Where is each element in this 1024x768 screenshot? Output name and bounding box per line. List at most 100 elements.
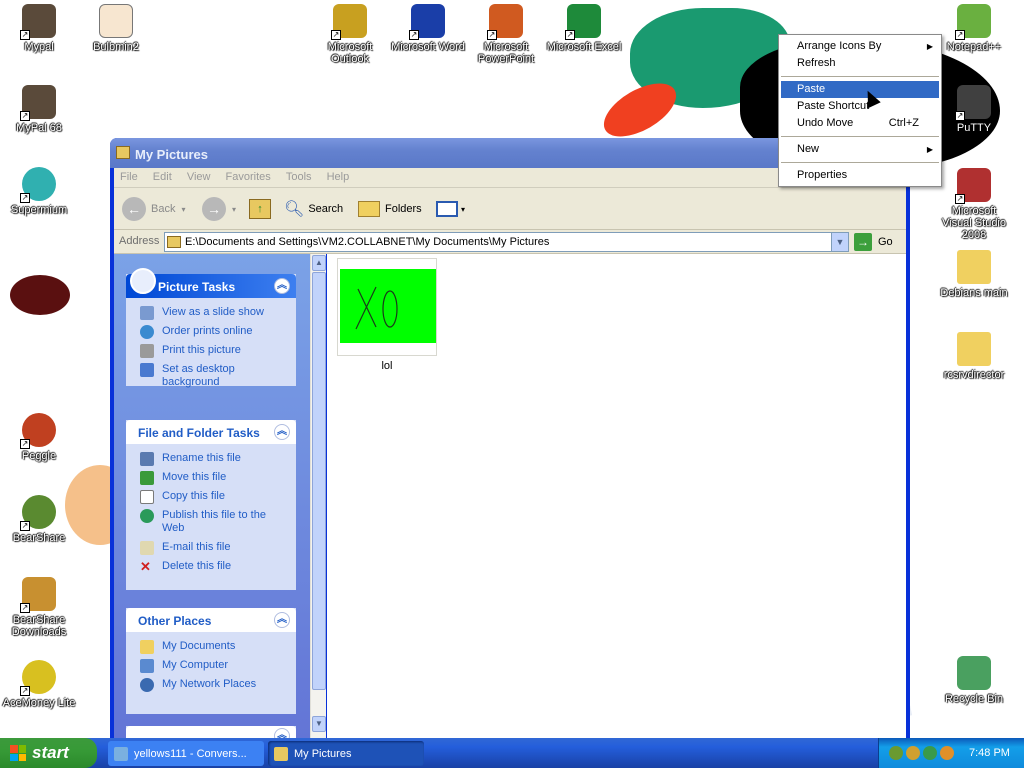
menu-item-paste[interactable]: Paste bbox=[781, 81, 939, 98]
mypal68-icon[interactable]: ↗ MyPal 68 bbox=[1, 85, 77, 134]
task-order-prints[interactable]: Order prints online bbox=[136, 325, 290, 339]
go-arrow-icon: → bbox=[854, 233, 872, 251]
file-view[interactable]: lol bbox=[327, 254, 906, 738]
task-pane-scrollbar[interactable]: ▲ ▼ bbox=[310, 254, 326, 738]
go-button[interactable]: → Go bbox=[854, 232, 902, 252]
chat-icon bbox=[114, 746, 128, 761]
supermium-icon[interactable]: ↗ Supermium bbox=[1, 167, 77, 216]
task-print[interactable]: Print this picture bbox=[136, 344, 290, 358]
task-email[interactable]: E-mail this file bbox=[136, 541, 290, 555]
menu-item-properties[interactable]: Properties bbox=[781, 167, 939, 184]
forward-button[interactable]: → ▾ bbox=[202, 196, 236, 222]
menu-item-paste-shortcut[interactable]: Paste Shortcut bbox=[781, 98, 939, 115]
menu-help[interactable]: Help bbox=[321, 168, 356, 186]
menu-label: Undo Move bbox=[797, 117, 854, 129]
file-name[interactable]: lol bbox=[337, 360, 437, 372]
task-label: Rename this file bbox=[162, 452, 241, 464]
peggle-icon[interactable]: ↗ Peggle bbox=[1, 413, 77, 462]
collapse-icon[interactable]: ︽ bbox=[274, 424, 290, 440]
taskbar-label: My Pictures bbox=[294, 747, 352, 760]
desktop-context-menu: Arrange Icons By ▶ Refresh Paste Paste Sh… bbox=[778, 34, 942, 187]
bulbmin2-icon[interactable]: Bulbmin2 bbox=[78, 4, 154, 53]
visual-studio-icon[interactable]: ↗ Microsoft Visual Studio 2008 bbox=[936, 168, 1012, 241]
explorer-window[interactable]: My Pictures File Edit View Favorites Too… bbox=[110, 138, 910, 738]
place-my-network[interactable]: My Network Places bbox=[136, 678, 290, 692]
scroll-down-button[interactable]: ▼ bbox=[312, 716, 326, 732]
task-rename[interactable]: Rename this file bbox=[136, 452, 290, 466]
copy-icon bbox=[140, 490, 154, 504]
place-label: My Computer bbox=[162, 659, 229, 671]
menu-label: Paste Shortcut bbox=[797, 100, 870, 112]
taskbar: start yellows111 - Convers... My Picture… bbox=[0, 738, 1024, 768]
menu-item-refresh[interactable]: Refresh bbox=[781, 55, 939, 72]
taskbar-button-my-pictures[interactable]: My Pictures bbox=[268, 741, 424, 766]
views-button[interactable]: ▾ bbox=[436, 196, 465, 222]
task-slideshow[interactable]: View as a slide show bbox=[136, 306, 290, 320]
menu-view[interactable]: View bbox=[181, 168, 217, 186]
icon-label: Microsoft PowerPoint bbox=[477, 41, 535, 65]
panel-title: Picture Tasks bbox=[158, 280, 236, 294]
menu-edit[interactable]: Edit bbox=[147, 168, 178, 186]
up-folder-button[interactable]: ↑ bbox=[249, 196, 271, 222]
task-publish[interactable]: Publish this file to the Web bbox=[136, 509, 290, 535]
back-button[interactable]: ← Back ▾ bbox=[122, 196, 185, 222]
acemoney-icon[interactable]: ↗ AceMoney Lite bbox=[1, 660, 77, 709]
bearshare-downloads-icon[interactable]: ↗ BearShare Downloads bbox=[1, 577, 77, 638]
recycle-bin-icon[interactable]: Recycle Bin bbox=[936, 656, 1012, 705]
collapse-icon[interactable]: ︽ bbox=[274, 728, 290, 738]
tray-icon[interactable] bbox=[923, 746, 937, 760]
folders-button[interactable]: Folders bbox=[358, 196, 422, 222]
scroll-thumb[interactable] bbox=[312, 272, 326, 690]
menu-item-undo-move[interactable]: Undo Move Ctrl+Z bbox=[781, 115, 939, 132]
task-move[interactable]: Move this file bbox=[136, 471, 290, 485]
start-button[interactable]: start bbox=[0, 738, 97, 768]
task-delete[interactable]: ✕ Delete this file bbox=[136, 560, 290, 573]
details-header[interactable]: ︽ bbox=[126, 726, 296, 738]
address-label: Address bbox=[119, 235, 160, 247]
icon-label: BearShare Downloads bbox=[11, 614, 67, 638]
powerpoint-icon[interactable]: ↗ Microsoft PowerPoint bbox=[468, 4, 544, 65]
folder-icon[interactable]: rcsrvdirector bbox=[936, 332, 1012, 381]
search-button[interactable]: 🔍︎ Search bbox=[284, 196, 343, 222]
folder-icon[interactable]: Debians main bbox=[936, 250, 1012, 299]
task-label: Delete this file bbox=[162, 560, 232, 572]
menu-item-arrange-icons[interactable]: Arrange Icons By ▶ bbox=[781, 38, 939, 55]
task-copy[interactable]: Copy this file bbox=[136, 490, 290, 504]
icon-label: Microsoft Visual Studio 2008 bbox=[941, 205, 1006, 241]
task-pane: Picture Tasks ︽ View as a slide show Ord… bbox=[114, 254, 310, 738]
file-thumbnail[interactable] bbox=[337, 258, 437, 356]
chevron-down-icon: ▾ bbox=[232, 204, 237, 214]
picture-tasks-header[interactable]: Picture Tasks ︽ bbox=[126, 268, 296, 298]
slideshow-icon bbox=[140, 306, 154, 320]
other-places-header[interactable]: Other Places ︽ bbox=[126, 608, 296, 632]
globe-icon bbox=[140, 325, 154, 339]
place-my-documents[interactable]: My Documents bbox=[136, 640, 290, 654]
word-icon[interactable]: ↗ Microsoft Word bbox=[390, 4, 466, 53]
collapse-icon[interactable]: ︽ bbox=[274, 612, 290, 628]
address-dropdown-button[interactable]: ▼ bbox=[831, 233, 848, 251]
notepadpp-icon[interactable]: ↗ Notepad++ bbox=[936, 4, 1012, 53]
icon-label: BearShare bbox=[12, 532, 66, 544]
menu-item-new[interactable]: New ▶ bbox=[781, 141, 939, 158]
search-tray-icon[interactable] bbox=[940, 746, 954, 760]
scroll-up-button[interactable]: ▲ bbox=[312, 255, 326, 271]
taskbar-button-conversation[interactable]: yellows111 - Convers... bbox=[108, 741, 264, 766]
menu-favorites[interactable]: Favorites bbox=[220, 168, 277, 186]
excel-icon[interactable]: ↗ Microsoft Excel bbox=[546, 4, 622, 53]
email-icon bbox=[140, 541, 154, 555]
menu-file[interactable]: File bbox=[114, 168, 144, 186]
putty-icon[interactable]: ↗ PuTTY bbox=[936, 85, 1012, 134]
tray-icon[interactable] bbox=[906, 746, 920, 760]
task-set-background[interactable]: Set as desktop background bbox=[136, 363, 290, 389]
file-folder-tasks-header[interactable]: File and Folder Tasks ︽ bbox=[126, 420, 296, 444]
bearshare-icon[interactable]: ↗ BearShare bbox=[1, 495, 77, 544]
clock[interactable]: 7:48 PM bbox=[969, 747, 1010, 759]
menu-tools[interactable]: Tools bbox=[280, 168, 318, 186]
mypal-icon[interactable]: ↗ Mypal bbox=[1, 4, 77, 53]
bearshare-tray-icon[interactable] bbox=[889, 746, 903, 760]
collapse-icon[interactable]: ︽ bbox=[274, 278, 290, 294]
address-field[interactable]: E:\Documents and Settings\VM2.COLLABNET\… bbox=[164, 232, 849, 252]
address-bar: Address E:\Documents and Settings\VM2.CO… bbox=[114, 230, 906, 254]
place-my-computer[interactable]: My Computer bbox=[136, 659, 290, 673]
outlook-icon[interactable]: ↗ Microsoft Outlook bbox=[312, 4, 388, 65]
